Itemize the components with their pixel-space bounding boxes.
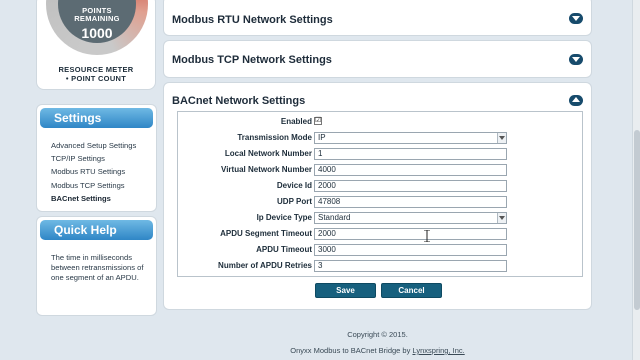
settings-panel: Settings Advanced Setup Settings TCP/IP … <box>36 104 157 212</box>
expand-rtu-icon[interactable] <box>569 13 583 24</box>
gauge-face: POINTS REMAINING 1000 <box>58 0 136 43</box>
transmission-mode-value: IP <box>318 133 326 142</box>
quick-help-text: The time in milliseconds between retrans… <box>51 253 144 282</box>
product-prefix: Onyxx Modbus to BACnet Bridge by <box>290 346 413 355</box>
bacnet-title: BACnet Network Settings <box>172 95 306 107</box>
modbus-rtu-section[interactable]: Modbus RTU Network Settings <box>163 0 592 36</box>
company-link[interactable]: Lynxspring, Inc. <box>412 346 464 355</box>
virtual-network-label: Virtual Network Number <box>221 165 312 174</box>
transmission-mode-select[interactable]: IP <box>314 132 507 144</box>
product-credit: Onyxx Modbus to BACnet Bridge by Lynxspr… <box>163 346 592 355</box>
nav-advanced-setup[interactable]: Advanced Setup Settings <box>51 139 156 152</box>
transmission-mode-label: Transmission Mode <box>237 133 312 142</box>
bacnet-form: Enabled ☑ Transmission Mode IP Local Net… <box>177 111 583 277</box>
apdu-timeout-label: APDU Timeout <box>256 245 312 254</box>
transmission-mode-row: Transmission Mode IP <box>178 132 582 145</box>
meter-caption: RESOURCE METER <box>58 65 134 74</box>
apdu-timeout-input[interactable]: 3000 <box>314 244 507 256</box>
ip-device-type-value: Standard <box>318 213 351 222</box>
udp-port-row: UDP Port 47808 <box>178 196 582 209</box>
copyright-text: Copyright © 2015. <box>347 330 408 339</box>
ip-device-type-label: Ip Device Type <box>256 213 312 222</box>
modbus-rtu-title: Modbus RTU Network Settings <box>172 14 333 26</box>
settings-nav: Advanced Setup Settings TCP/IP Settings … <box>37 131 156 205</box>
enabled-row: Enabled ☑ <box>178 116 582 129</box>
nav-bacnet[interactable]: BACnet Settings <box>51 192 156 205</box>
collapse-bacnet-icon[interactable] <box>569 95 583 106</box>
apdu-segment-timeout-row: APDU Segment Timeout 2000 <box>178 228 582 241</box>
local-network-label: Local Network Number <box>224 149 312 158</box>
ip-device-type-select[interactable]: Standard <box>314 212 507 224</box>
udp-port-input[interactable]: 47808 <box>314 196 507 208</box>
resource-meter: POINTS REMAINING 1000 RESOURCE METER • P… <box>36 0 156 90</box>
modbus-tcp-title: Modbus TCP Network Settings <box>172 54 332 66</box>
gauge-label-line2: REMAINING <box>74 14 120 23</box>
ip-device-type-row: Ip Device Type Standard <box>178 212 582 225</box>
local-network-row: Local Network Number 1 <box>178 148 582 161</box>
page-scrollbar[interactable] <box>632 0 640 360</box>
chevron-down-icon <box>497 213 506 223</box>
points-gauge: POINTS REMAINING 1000 <box>46 0 148 55</box>
apdu-retries-input[interactable]: 3 <box>314 260 507 272</box>
modbus-tcp-section[interactable]: Modbus TCP Network Settings <box>163 40 592 78</box>
save-button[interactable]: Save <box>315 283 376 298</box>
chevron-down-icon <box>497 133 506 143</box>
scrollbar-thumb[interactable] <box>634 130 640 310</box>
quick-help-panel: Quick Help The time in milliseconds betw… <box>36 216 157 316</box>
virtual-network-row: Virtual Network Number 4000 <box>178 164 582 177</box>
quick-help-title: Quick Help <box>40 220 153 240</box>
points-remaining-value: 1000 <box>81 25 113 41</box>
udp-port-label: UDP Port <box>277 197 312 206</box>
virtual-network-input[interactable]: 4000 <box>314 164 507 176</box>
gauge-label: POINTS REMAINING <box>58 7 136 23</box>
enabled-checkbox[interactable]: ☑ <box>314 117 322 125</box>
device-id-input[interactable]: 2000 <box>314 180 507 192</box>
device-id-label: Device Id <box>276 181 312 190</box>
apdu-retries-label: Number of APDU Retries <box>218 261 312 270</box>
apdu-timeout-row: APDU Timeout 3000 <box>178 244 582 257</box>
apdu-retries-row: Number of APDU Retries 3 <box>178 260 582 273</box>
text-cursor-icon <box>424 230 430 242</box>
meter-subcaption: • POINT COUNT <box>65 74 127 83</box>
enabled-label: Enabled <box>280 117 312 126</box>
apdu-segment-timeout-label: APDU Segment Timeout <box>220 229 312 238</box>
bacnet-section: BACnet Network Settings Enabled ☑ Transm… <box>163 82 592 310</box>
local-network-input[interactable]: 1 <box>314 148 507 160</box>
apdu-segment-timeout-input[interactable]: 2000 <box>314 228 507 240</box>
nav-modbus-tcp[interactable]: Modbus TCP Settings <box>51 179 156 192</box>
nav-tcpip[interactable]: TCP/IP Settings <box>51 152 156 165</box>
nav-modbus-rtu[interactable]: Modbus RTU Settings <box>51 165 156 178</box>
settings-panel-title: Settings <box>40 108 153 128</box>
device-id-row: Device Id 2000 <box>178 180 582 193</box>
cancel-button[interactable]: Cancel <box>381 283 442 298</box>
expand-tcp-icon[interactable] <box>569 54 583 65</box>
